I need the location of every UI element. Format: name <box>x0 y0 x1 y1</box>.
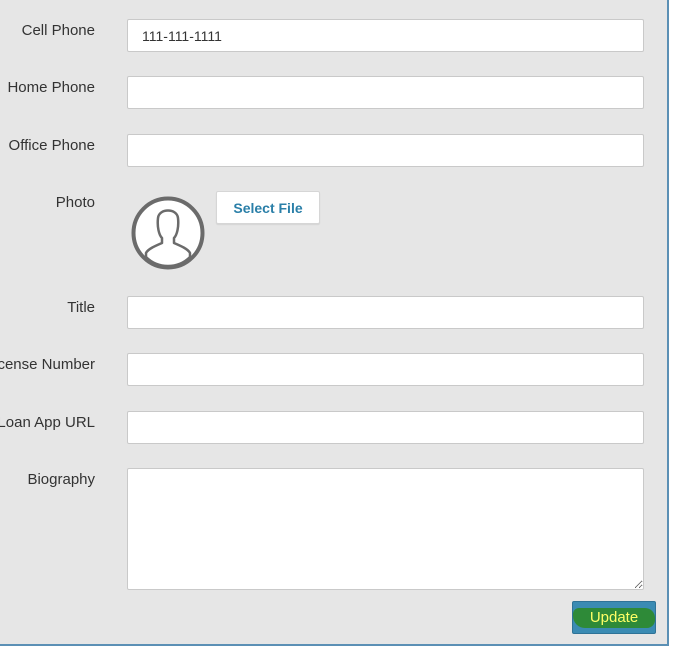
biography-label: Biography <box>27 471 95 488</box>
photo-label: Photo <box>55 194 95 211</box>
home-phone-field[interactable] <box>127 76 644 109</box>
office-phone-field[interactable] <box>127 134 644 167</box>
title-label: Title <box>67 299 95 316</box>
license-number-field[interactable] <box>127 353 644 386</box>
avatar <box>131 196 205 270</box>
home-phone-label: Home Phone <box>7 79 95 96</box>
loan-app-url-label: Loan App URL <box>0 414 95 431</box>
cell-phone-label: Cell Phone <box>21 22 95 39</box>
update-button-label: Update <box>589 609 639 626</box>
title-field[interactable] <box>127 296 644 329</box>
license-number-label: License Number <box>0 356 95 373</box>
biography-textarea[interactable] <box>127 468 644 590</box>
office-phone-label: Office Phone <box>8 137 95 154</box>
user-silhouette-icon <box>131 196 205 270</box>
profile-form-panel: Cell Phone Home Phone Office Phone Photo… <box>0 0 669 646</box>
select-file-button[interactable]: Select File <box>216 191 320 224</box>
cell-phone-field[interactable] <box>127 19 644 52</box>
loan-app-url-field[interactable] <box>127 411 644 444</box>
update-button[interactable]: Update <box>572 601 656 634</box>
